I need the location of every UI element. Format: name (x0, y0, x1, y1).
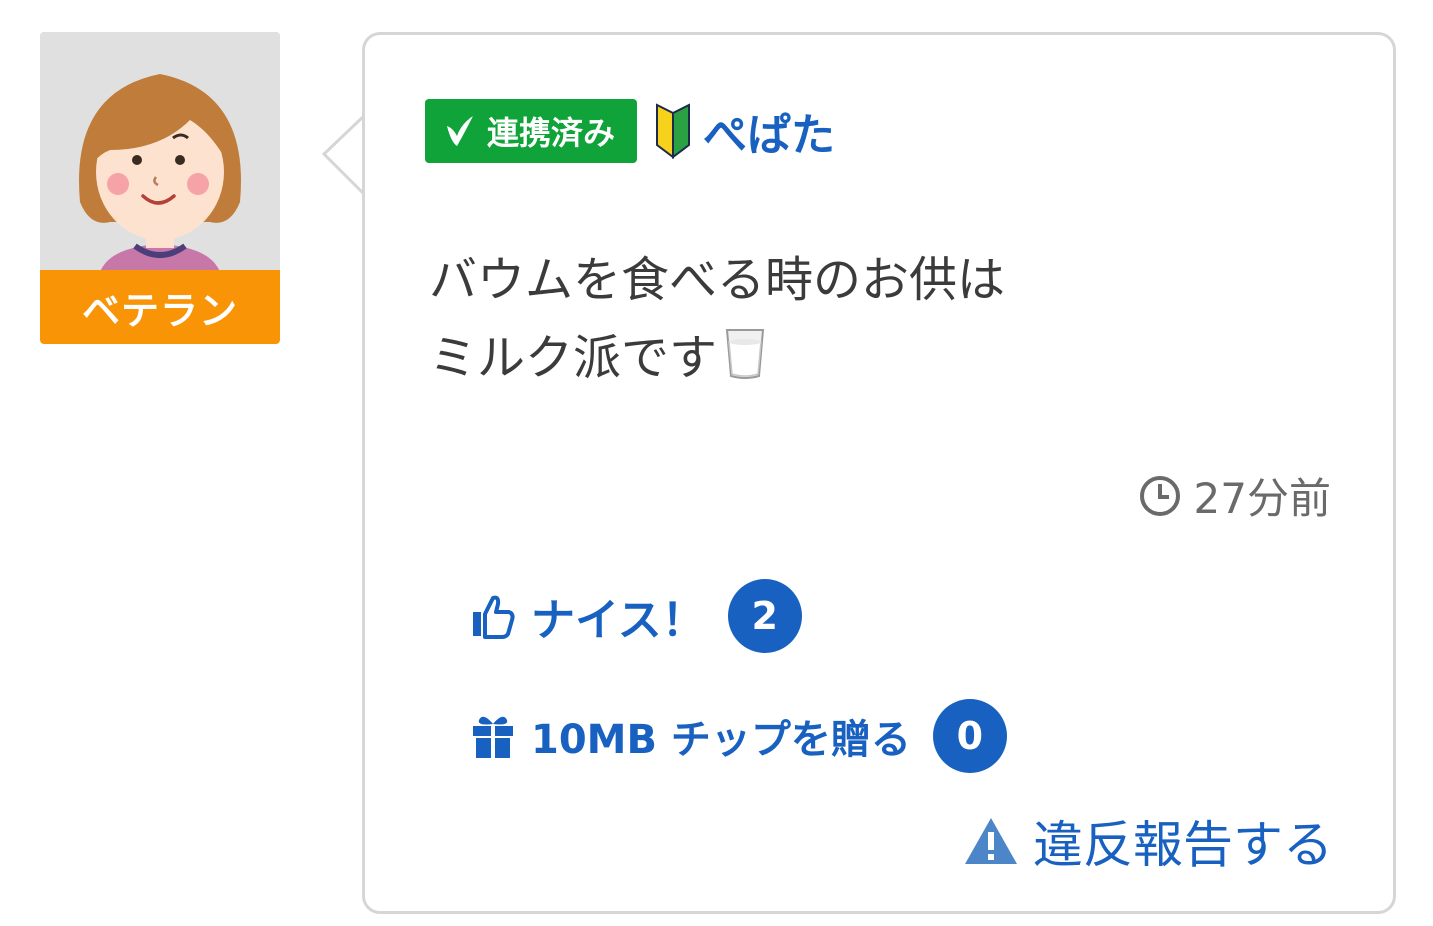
timestamp-text: 27分前 (1193, 474, 1331, 523)
beginner-mark-icon (656, 103, 691, 159)
rank-badge: ベテラン (40, 270, 280, 344)
avatar-illustration (40, 32, 280, 272)
post-card: 連携済み ぺぱた バウムを食べる時のお供は ミルク派です 27分前 ナイス！ 2 (362, 32, 1396, 914)
clock-icon (1139, 475, 1180, 516)
username-link[interactable]: ぺぱた (703, 99, 835, 163)
thumbs-up-icon (473, 595, 515, 639)
linked-label: 連携済み (487, 114, 616, 152)
post-timestamp: 27分前 (1138, 465, 1331, 526)
nice-button[interactable]: ナイス！ 2 (469, 579, 802, 653)
tip-label: 10MB チップを贈る (531, 717, 911, 763)
post-header: 連携済み ぺぱた (425, 99, 835, 163)
report-label: 違反報告する (1033, 816, 1333, 874)
post-text-line-1: バウムを食べる時のお供は (429, 252, 1006, 308)
user-avatar[interactable]: ベテラン (40, 32, 280, 344)
check-leaf-icon (447, 116, 473, 146)
post-text: バウムを食べる時のお供は ミルク派です (429, 241, 1005, 397)
tip-count-badge: 0 (932, 699, 1007, 773)
warning-icon (965, 818, 1017, 864)
milk-glass-icon (725, 329, 765, 379)
nice-count-badge: 2 (727, 579, 802, 653)
nice-label: ナイス！ (531, 595, 706, 646)
report-button[interactable]: 違反報告する (963, 805, 1333, 877)
post-text-line-2: ミルク派です (429, 330, 718, 386)
gift-icon (473, 716, 513, 758)
linked-badge: 連携済み (425, 99, 638, 163)
post-text-line-2-wrap: ミルク派です (429, 319, 1005, 397)
tip-button[interactable]: 10MB チップを贈る 0 (469, 699, 1007, 773)
